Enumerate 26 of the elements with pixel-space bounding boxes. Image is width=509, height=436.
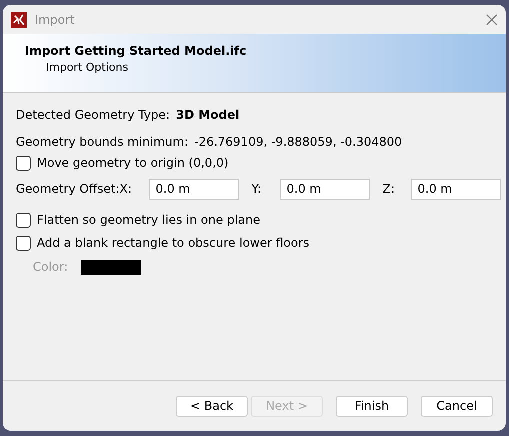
checkbox[interactable] (16, 236, 31, 250)
close-icon[interactable] (486, 14, 498, 26)
checkbox-label: Flatten so geometry lies in one plane (37, 213, 260, 227)
checkbox[interactable] (16, 212, 31, 228)
checkbox-label: Add a blank rectangle to obscure lower floors (37, 236, 310, 250)
wizard-subtitle: Import Options (45, 61, 130, 74)
wizard-button[interactable]: Cancel (421, 396, 493, 416)
checkbox-label: Move geometry to origin (0,0,0) (37, 156, 229, 170)
wizard-title: Import Getting Started Model.ifc (25, 44, 248, 58)
checkbox[interactable] (16, 156, 31, 170)
bounds-value: -26.769109, -9.888059, -0.304800 (194, 135, 402, 149)
wizard-button[interactable]: < Back (176, 396, 248, 416)
bounds-label: Geometry bounds minimum: (16, 135, 188, 149)
offset-label: Geometry Offset: (16, 182, 120, 196)
app-logo-icon (11, 12, 27, 28)
axis-label: Y: (252, 182, 263, 196)
color-label: Color: (33, 260, 68, 274)
window-title: Import (35, 12, 76, 26)
detected-type-label: Detected Geometry Type: (16, 108, 170, 122)
axis-label: X: (120, 182, 134, 196)
offset-field[interactable]: 0.0 m (280, 178, 370, 200)
offset-field[interactable]: 0.0 m (148, 178, 239, 200)
offset-field[interactable]: 0.0 m (410, 178, 501, 200)
detected-type-value: 3D Model (176, 108, 240, 122)
wizard-button[interactable]: Finish (336, 396, 408, 416)
axis-label: Z: (382, 182, 396, 196)
